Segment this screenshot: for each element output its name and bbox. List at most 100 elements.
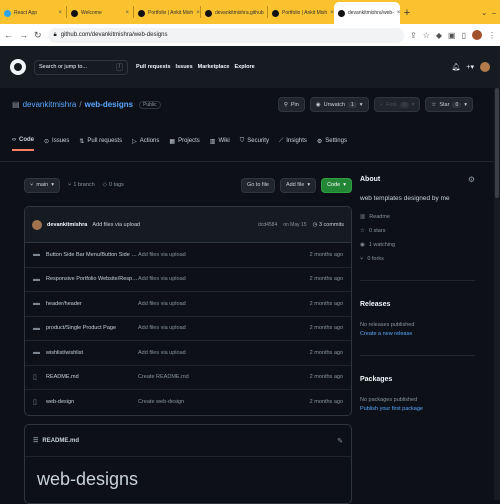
code-button[interactable]: Code▾ bbox=[321, 178, 352, 193]
tab-wiki[interactable]: ▥Wiki bbox=[210, 137, 230, 151]
close-tab-icon[interactable]: × bbox=[397, 10, 400, 16]
repo-owner-link[interactable]: devankitmishra bbox=[23, 100, 77, 109]
star-button[interactable]: ☆Star0▾ bbox=[425, 97, 473, 112]
file-row[interactable]: ▬header/headerAdd files via upload2 mont… bbox=[25, 292, 351, 317]
puzzle-icon[interactable]: ▣ bbox=[448, 31, 456, 40]
repo-name-link[interactable]: web-designs bbox=[85, 100, 133, 109]
tab-projects[interactable]: ▦Projects bbox=[169, 137, 199, 151]
browser-tab[interactable]: Portfolio | Ankit Mish× bbox=[268, 2, 334, 24]
close-tab-icon[interactable]: × bbox=[58, 10, 62, 16]
tags-link[interactable]: ◇0 tags bbox=[103, 182, 124, 188]
file-name-link[interactable]: Responsive Portfolio Website/Respon... bbox=[46, 276, 138, 282]
profile-avatar[interactable] bbox=[472, 30, 482, 40]
forward-icon[interactable]: → bbox=[19, 30, 28, 40]
nav-explore[interactable]: Explore bbox=[234, 64, 254, 70]
file-commit-message[interactable]: Add files via upload bbox=[138, 350, 186, 356]
edit-pencil-icon[interactable]: ✎ bbox=[337, 437, 343, 445]
fork-button[interactable]: ⑂Fork0▾ bbox=[374, 97, 421, 112]
bookmark-star-icon[interactable]: ☆ bbox=[423, 31, 430, 40]
issue-icon: ⊙ bbox=[44, 138, 49, 145]
watching-link[interactable]: ◉1 watching bbox=[360, 242, 475, 248]
scrollbar-thumb[interactable] bbox=[495, 88, 499, 198]
go-to-file-button[interactable]: Go to file bbox=[241, 178, 275, 193]
nav-pull-requests[interactable]: Pull requests bbox=[136, 64, 171, 70]
user-avatar[interactable] bbox=[480, 62, 490, 72]
file-name-link[interactable]: Button Side Bar Menu/Button Side B... bbox=[46, 252, 138, 258]
file-commit-message[interactable]: Add files via upload bbox=[138, 276, 186, 282]
file-name-link[interactable]: wishlist/wishlist bbox=[46, 350, 138, 356]
commit-hash[interactable]: dcd4584 bbox=[258, 222, 277, 228]
file-row[interactable]: ▯web-designCreate web-design2 months ago bbox=[25, 390, 351, 415]
tab-security[interactable]: ⛉Security bbox=[240, 137, 269, 151]
commit-author[interactable]: devankitmishra bbox=[47, 222, 87, 228]
create-new-plus-icon[interactable]: +▾ bbox=[466, 63, 474, 71]
back-icon[interactable]: ← bbox=[4, 30, 13, 40]
file-commit-message[interactable]: Add files via upload bbox=[138, 301, 186, 307]
address-bar[interactable]: 🔒︎ github.com/devankitmishra/web-designs bbox=[48, 28, 404, 43]
tab-issues[interactable]: ⊙Issues bbox=[44, 137, 69, 151]
create-release-link[interactable]: Create a new release bbox=[360, 331, 475, 337]
branch-select-button[interactable]: ⑂main▾ bbox=[24, 178, 60, 193]
file-commit-message[interactable]: Add files via upload bbox=[138, 252, 186, 258]
file-row[interactable]: ▯README.mdCreate README.md2 months ago bbox=[25, 366, 351, 391]
unwatch-button[interactable]: ◉Unwatch1▾ bbox=[310, 97, 369, 112]
browser-tab[interactable]: Portfolio | Ankit Mish× bbox=[134, 2, 200, 24]
publish-package-link[interactable]: Publish your first package bbox=[360, 406, 475, 412]
tab-code[interactable]: ‹›Code bbox=[12, 137, 34, 151]
page-scrollbar[interactable] bbox=[494, 88, 500, 500]
nav-issues[interactable]: Issues bbox=[176, 64, 193, 70]
file-commit-message[interactable]: Add files via upload bbox=[138, 325, 186, 331]
github-logo-icon[interactable] bbox=[10, 59, 26, 75]
file-name-link[interactable]: product/Single Product Page bbox=[46, 325, 138, 331]
menu-icon[interactable]: ⋮ bbox=[488, 31, 496, 40]
file-name-link[interactable]: header/header bbox=[46, 301, 138, 307]
list-icon[interactable]: ☰ bbox=[33, 437, 38, 444]
file-commit-time: 2 months ago bbox=[310, 374, 343, 380]
forks-link[interactable]: ⑂0 forks bbox=[360, 256, 475, 262]
file-row[interactable]: ▬Responsive Portfolio Website/Respon...A… bbox=[25, 268, 351, 293]
file-commit-message[interactable]: Create web-design bbox=[138, 399, 184, 405]
commits-link[interactable]: ◷ 3 commits bbox=[313, 222, 344, 228]
nav-marketplace[interactable]: Marketplace bbox=[198, 64, 230, 70]
share-icon[interactable]: ⇪ bbox=[410, 31, 417, 40]
tab-actions[interactable]: ▷Actions bbox=[132, 137, 159, 151]
pin-button[interactable]: ⚲Pin bbox=[278, 97, 305, 112]
sidebar-icon[interactable]: ▯ bbox=[462, 31, 466, 40]
close-tab-icon[interactable]: × bbox=[125, 10, 129, 16]
browser-tab-active[interactable]: devankitmishra/web-× bbox=[334, 2, 400, 24]
commit-author-avatar[interactable] bbox=[32, 220, 42, 230]
browser-tab[interactable]: Welcome× bbox=[67, 2, 133, 24]
lock-icon[interactable]: 🔒︎ bbox=[54, 32, 57, 39]
browser-tab[interactable]: React App× bbox=[0, 2, 66, 24]
divider bbox=[360, 280, 475, 281]
close-tab-icon[interactable]: × bbox=[196, 10, 200, 16]
minimize-icon[interactable]: – bbox=[492, 10, 496, 17]
search-input[interactable]: Search or jump to... / bbox=[34, 60, 128, 75]
chevron-down-icon: ▾ bbox=[360, 102, 363, 108]
commit-message[interactable]: Add files via upload bbox=[92, 222, 140, 228]
extension-icon[interactable]: ◆ bbox=[436, 31, 442, 40]
file-row[interactable]: ▬product/Single Product PageAdd files vi… bbox=[25, 317, 351, 342]
add-file-button[interactable]: Add file▾ bbox=[280, 178, 316, 193]
reload-icon[interactable]: ↻ bbox=[34, 30, 42, 41]
about-settings-gear-icon[interactable]: ⚙ bbox=[468, 175, 475, 184]
notifications-bell-icon[interactable]: 🔔︎ bbox=[452, 63, 461, 71]
file-commit-message[interactable]: Create README.md bbox=[138, 374, 189, 380]
divider bbox=[360, 355, 475, 356]
file-name-link[interactable]: web-design bbox=[46, 399, 138, 405]
readme-link[interactable]: ▥Readme bbox=[360, 214, 475, 220]
file-row[interactable]: ▬Button Side Bar Menu/Button Side B...Ad… bbox=[25, 243, 351, 268]
file-row[interactable]: ▬wishlist/wishlistAdd files via upload2 … bbox=[25, 341, 351, 366]
tab-settings[interactable]: ⚙Settings bbox=[317, 137, 347, 151]
new-tab-button[interactable]: + bbox=[400, 2, 414, 24]
releases-title[interactable]: Releases bbox=[360, 301, 475, 308]
browser-tab[interactable]: devankitmishra.github× bbox=[201, 2, 267, 24]
file-name-link[interactable]: README.md bbox=[46, 374, 138, 380]
tab-pull-requests[interactable]: ⇅Pull requests bbox=[79, 137, 122, 151]
packages-title[interactable]: Packages bbox=[360, 376, 475, 383]
tab-search-icon[interactable]: ⌄ bbox=[481, 9, 487, 17]
tab-insights[interactable]: ⟋Insights bbox=[279, 137, 307, 151]
stars-link[interactable]: ☆0 stars bbox=[360, 228, 475, 234]
branches-link[interactable]: ⑂1 branch bbox=[68, 182, 95, 188]
fork-icon: ⑂ bbox=[360, 256, 363, 262]
